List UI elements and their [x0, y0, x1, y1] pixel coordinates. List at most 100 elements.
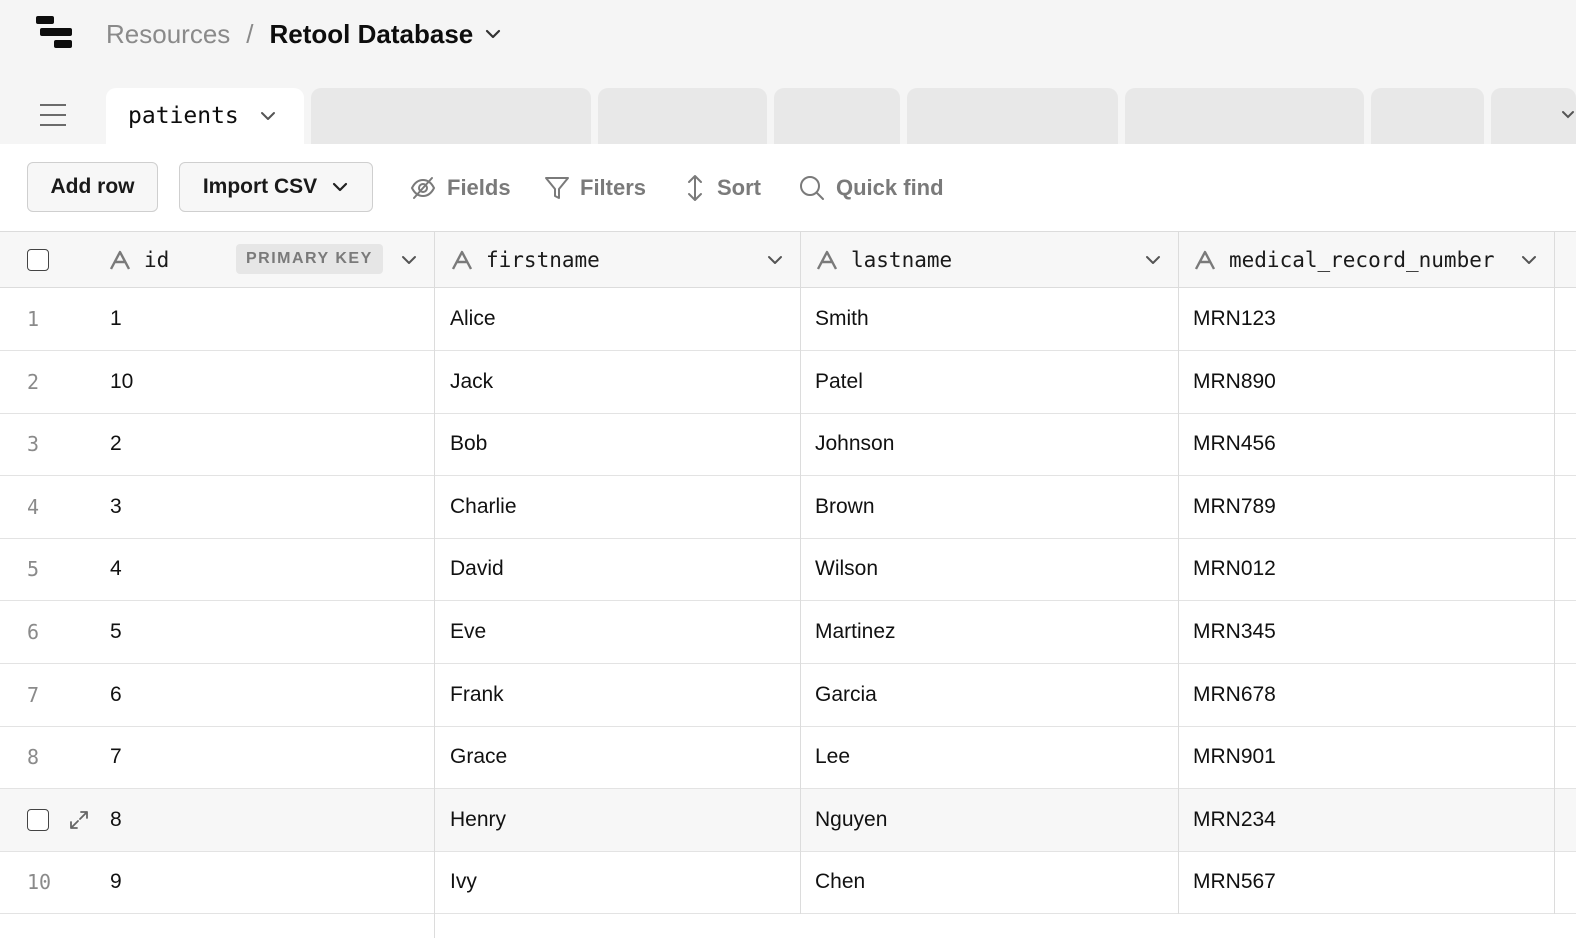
- table-toolbar: Add row Import CSV Fields Filters Sort Q…: [0, 144, 1576, 232]
- table-row[interactable]: 1 1 Alice Smith MRN123: [0, 288, 1576, 351]
- tab-placeholder[interactable]: [1491, 88, 1576, 144]
- table-row[interactable]: 2 10 Jack Patel MRN890: [0, 351, 1576, 414]
- cell-lastname[interactable]: Lee: [815, 726, 1173, 788]
- cell-id[interactable]: 2: [110, 413, 430, 475]
- column-header-lastname[interactable]: lastname: [815, 232, 1178, 288]
- filter-funnel-icon: [545, 177, 569, 199]
- cell-lastname[interactable]: Martinez: [815, 601, 1173, 663]
- eye-off-icon: [410, 177, 436, 199]
- table-tabs-bar: patients: [0, 68, 1576, 144]
- column-name: id: [144, 248, 170, 272]
- cell-lastname[interactable]: Nguyen: [815, 789, 1173, 851]
- cell-lastname[interactable]: Wilson: [815, 538, 1173, 600]
- text-type-icon: [451, 250, 473, 270]
- quick-find-button[interactable]: Quick find: [798, 172, 944, 204]
- table-row[interactable]: 10 9 Ivy Chen MRN567: [0, 851, 1576, 915]
- retool-logo-icon[interactable]: [36, 16, 72, 48]
- table-row[interactable]: 5 4 David Wilson MRN012: [0, 538, 1576, 602]
- tab-placeholder[interactable]: [311, 88, 591, 144]
- row-number: 5: [27, 557, 40, 582]
- breadcrumb-current[interactable]: Retool Database: [270, 19, 474, 50]
- cell-id[interactable]: 3: [110, 476, 430, 538]
- import-csv-label: Import CSV: [202, 175, 318, 198]
- hamburger-menu-icon[interactable]: [40, 104, 66, 126]
- chevron-down-icon[interactable]: [1520, 251, 1538, 269]
- column-header-medical-record-number[interactable]: medical_record_number: [1193, 232, 1554, 288]
- chevron-down-icon[interactable]: [483, 24, 503, 44]
- table-row[interactable]: 8 Henry Nguyen MRN234: [0, 788, 1576, 852]
- breadcrumb-resources-link[interactable]: Resources: [106, 19, 230, 50]
- data-grid: id PRIMARY KEY firstname lastname medica…: [0, 232, 1576, 938]
- cell-firstname[interactable]: Bob: [450, 413, 795, 475]
- chevron-down-icon[interactable]: [259, 107, 277, 125]
- table-row[interactable]: 6 5 Eve Martinez MRN345: [0, 601, 1576, 664]
- column-name: lastname: [851, 248, 953, 272]
- expand-icon[interactable]: [68, 809, 90, 831]
- tab-placeholder[interactable]: [774, 88, 900, 144]
- table-row[interactable]: 7 6 Frank Garcia MRN678: [0, 664, 1576, 727]
- select-all-checkbox[interactable]: [27, 249, 49, 271]
- column-header-id[interactable]: id PRIMARY KEY: [108, 232, 434, 288]
- cell-medical-record-number[interactable]: MRN567: [1193, 851, 1549, 913]
- fields-button[interactable]: Fields: [409, 172, 511, 204]
- cell-lastname[interactable]: Patel: [815, 351, 1173, 413]
- chevron-down-icon: [333, 182, 348, 192]
- cell-firstname[interactable]: David: [450, 538, 795, 600]
- cell-id[interactable]: 10: [110, 351, 430, 413]
- cell-medical-record-number[interactable]: MRN345: [1193, 601, 1549, 663]
- cell-id[interactable]: 1: [110, 288, 430, 350]
- column-divider[interactable]: [1554, 232, 1555, 914]
- cell-medical-record-number[interactable]: MRN234: [1193, 789, 1549, 851]
- cell-lastname[interactable]: Smith: [815, 288, 1173, 350]
- filters-button[interactable]: Filters: [544, 172, 646, 204]
- sort-button[interactable]: Sort: [683, 172, 761, 204]
- tab-label: patients: [128, 103, 239, 129]
- table-row[interactable]: 4 3 Charlie Brown MRN789: [0, 476, 1576, 539]
- tab-placeholder[interactable]: [1371, 88, 1484, 144]
- cell-firstname[interactable]: Ivy: [450, 851, 795, 913]
- cell-firstname[interactable]: Jack: [450, 351, 795, 413]
- chevron-down-icon[interactable]: [1561, 108, 1575, 122]
- cell-lastname[interactable]: Brown: [815, 476, 1173, 538]
- breadcrumb: Resources / Retool Database: [106, 18, 503, 50]
- cell-medical-record-number[interactable]: MRN789: [1193, 476, 1549, 538]
- cell-firstname[interactable]: Frank: [450, 664, 795, 726]
- cell-medical-record-number[interactable]: MRN456: [1193, 413, 1549, 475]
- fields-label: Fields: [447, 175, 511, 200]
- row-select-checkbox[interactable]: [27, 808, 49, 831]
- import-csv-button[interactable]: Import CSV: [179, 162, 373, 212]
- column-header-firstname[interactable]: firstname: [450, 232, 800, 288]
- chevron-down-icon[interactable]: [400, 251, 418, 269]
- chevron-down-icon[interactable]: [766, 251, 784, 269]
- cell-id[interactable]: 9: [110, 851, 430, 913]
- cell-medical-record-number[interactable]: MRN901: [1193, 726, 1549, 788]
- cell-firstname[interactable]: Grace: [450, 726, 795, 788]
- cell-medical-record-number[interactable]: MRN123: [1193, 288, 1549, 350]
- cell-firstname[interactable]: Eve: [450, 601, 795, 663]
- text-type-icon: [816, 250, 838, 270]
- table-row[interactable]: 8 7 Grace Lee MRN901: [0, 726, 1576, 790]
- cell-id[interactable]: 4: [110, 538, 430, 600]
- cell-firstname[interactable]: Charlie: [450, 476, 795, 538]
- cell-medical-record-number[interactable]: MRN890: [1193, 351, 1549, 413]
- cell-lastname[interactable]: Garcia: [815, 664, 1173, 726]
- cell-id[interactable]: 7: [110, 726, 430, 788]
- cell-lastname[interactable]: Chen: [815, 851, 1173, 913]
- add-row-button[interactable]: Add row: [27, 162, 158, 212]
- cell-id[interactable]: 6: [110, 664, 430, 726]
- cell-medical-record-number[interactable]: MRN012: [1193, 538, 1549, 600]
- cell-id[interactable]: 8: [110, 789, 430, 851]
- cell-id[interactable]: 5: [110, 601, 430, 663]
- tab-patients[interactable]: patients: [106, 88, 304, 144]
- row-number: 4: [27, 494, 40, 519]
- primary-key-badge: PRIMARY KEY: [236, 244, 383, 274]
- chevron-down-icon[interactable]: [1144, 251, 1162, 269]
- cell-lastname[interactable]: Johnson: [815, 413, 1173, 475]
- cell-firstname[interactable]: Henry: [450, 789, 795, 851]
- table-row[interactable]: 3 2 Bob Johnson MRN456: [0, 413, 1576, 477]
- cell-medical-record-number[interactable]: MRN678: [1193, 664, 1549, 726]
- tab-placeholder[interactable]: [907, 88, 1118, 144]
- tab-placeholder[interactable]: [598, 88, 767, 144]
- tab-placeholder[interactable]: [1125, 88, 1364, 144]
- cell-firstname[interactable]: Alice: [450, 288, 795, 350]
